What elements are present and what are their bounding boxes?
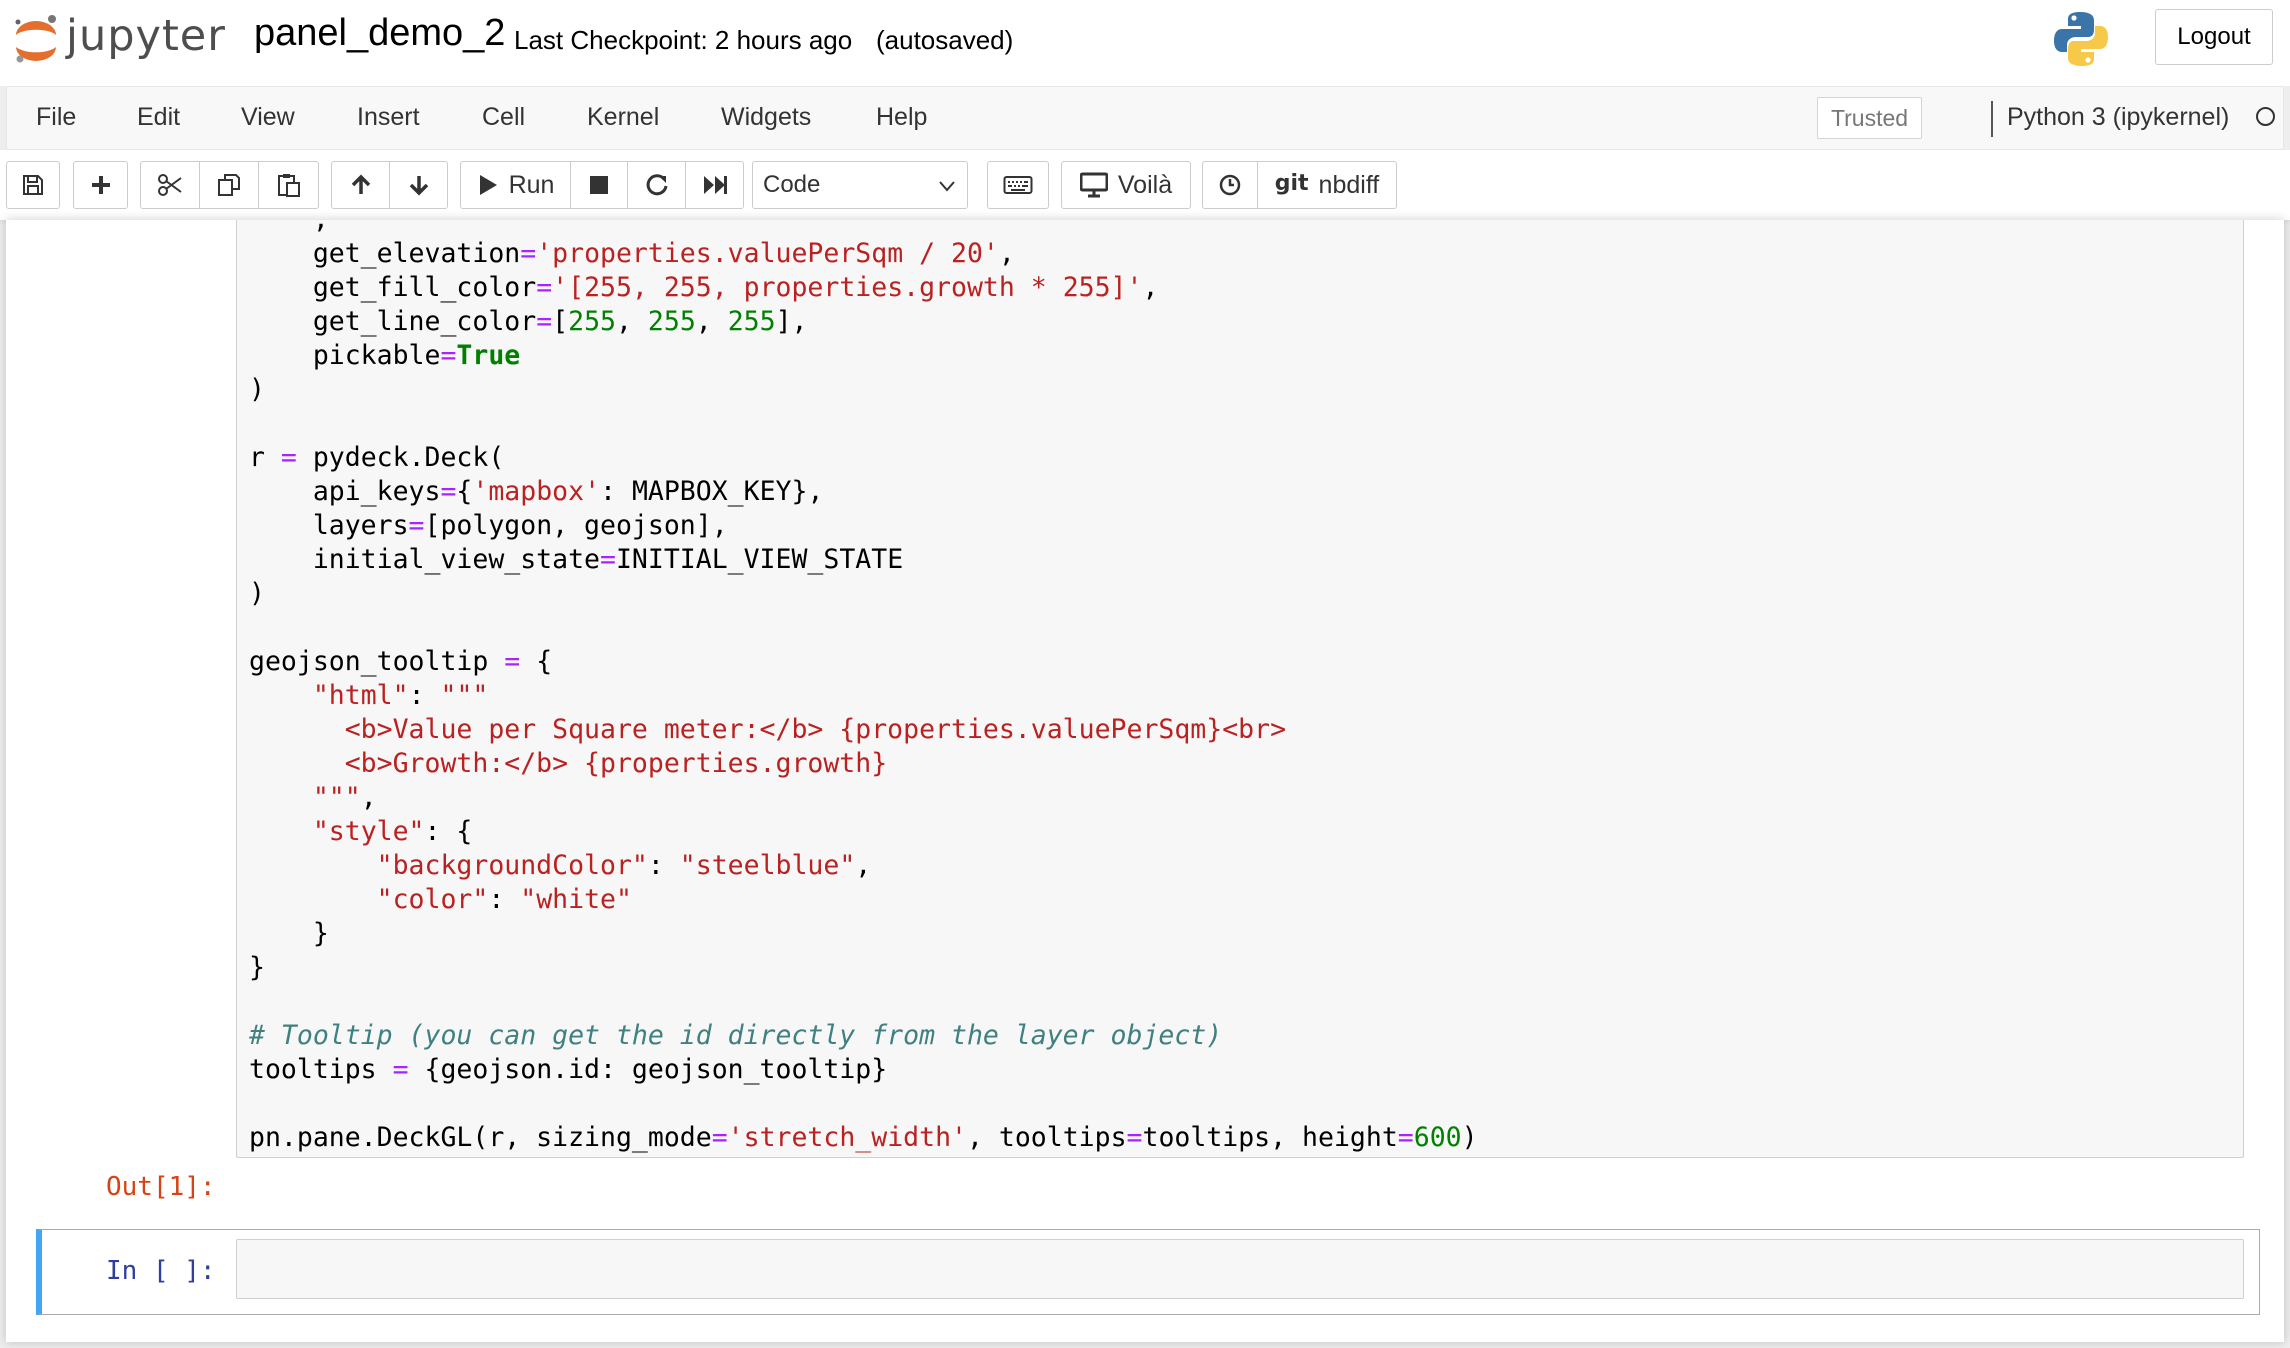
clock-icon — [1219, 174, 1241, 196]
restart-kernel-button[interactable] — [628, 161, 686, 209]
output-prompt: Out[1]: — [106, 1172, 216, 1202]
chevron-down-icon — [939, 181, 955, 192]
cell-type-select[interactable]: Code — [752, 161, 968, 209]
menu-help[interactable]: Help — [876, 103, 927, 132]
run-button[interactable]: Run — [460, 161, 571, 209]
python-logo — [2052, 10, 2110, 73]
logo-text: jupyter — [66, 11, 226, 61]
save-icon — [23, 175, 43, 195]
header: jupyter panel_demo_2 Last Checkpoint: 2 … — [0, 0, 2290, 86]
menu-file[interactable]: File — [36, 103, 76, 132]
checkpoint-diff-button[interactable] — [1202, 161, 1258, 209]
menu-view[interactable]: View — [241, 103, 295, 132]
paste-icon — [277, 174, 300, 197]
run-label: Run — [508, 170, 555, 199]
cut-button[interactable] — [140, 161, 200, 209]
play-icon — [479, 175, 497, 195]
voila-button[interactable]: Voilà — [1061, 161, 1191, 209]
jupyter-logo-icon — [15, 15, 56, 63]
menubar: File Edit View Insert Cell Kernel Widget… — [6, 86, 2284, 150]
arrow-down-icon — [409, 176, 428, 196]
toolbar: Run Code Voilà git nbdiff — [0, 150, 2290, 221]
nbdiff-label: nbdiff — [1318, 170, 1380, 199]
move-cell-down-button[interactable] — [390, 161, 448, 209]
kernel-idle-indicator — [2256, 107, 2275, 126]
checkpoint-status: Last Checkpoint: 2 hours ago — [514, 25, 853, 55]
scissors-icon — [158, 174, 182, 196]
kernel-name[interactable]: Python 3 (ipykernel) — [2007, 103, 2229, 132]
menu-insert[interactable]: Insert — [357, 103, 420, 132]
paste-button[interactable] — [259, 161, 319, 209]
save-button[interactable] — [6, 161, 60, 209]
logout-button[interactable]: Logout — [2155, 9, 2273, 65]
fast-forward-icon — [703, 176, 727, 194]
copy-icon — [218, 174, 240, 196]
menu-widgets[interactable]: Widgets — [721, 103, 811, 132]
menu-kernel[interactable]: Kernel — [587, 103, 659, 132]
interrupt-kernel-button[interactable] — [571, 161, 628, 209]
copy-button[interactable] — [200, 161, 259, 209]
plus-icon — [91, 176, 110, 194]
jupyter-logo[interactable]: jupyter — [12, 11, 226, 68]
restart-icon — [646, 174, 667, 196]
insert-cell-button[interactable] — [73, 161, 128, 209]
notebook-container: , get_elevation='properties.valuePerSqm … — [6, 220, 2284, 1342]
voila-label: Voilà — [1117, 170, 1173, 199]
trusted-indicator[interactable]: Trusted — [1817, 97, 1922, 139]
keyboard-icon — [1003, 176, 1033, 194]
restart-run-all-button[interactable] — [686, 161, 744, 209]
code-editor[interactable]: , get_elevation='properties.valuePerSqm … — [249, 220, 1478, 1155]
menu-edit[interactable]: Edit — [137, 103, 180, 132]
arrow-up-icon — [351, 174, 370, 194]
cell-type-value: Code — [763, 171, 821, 198]
monitor-icon — [1079, 172, 1108, 198]
input-prompt: In [ ]: — [106, 1256, 216, 1286]
move-cell-up-button[interactable] — [331, 161, 390, 209]
python-logo-icon — [2054, 12, 2108, 66]
git-label: git — [1274, 170, 1309, 196]
menu-cell[interactable]: Cell — [482, 103, 525, 132]
notebook-name[interactable]: panel_demo_2 — [254, 12, 505, 55]
stop-icon — [590, 176, 608, 194]
code-cell-input[interactable]: , get_elevation='properties.valuePerSqm … — [236, 220, 2244, 1158]
autosave-status: (autosaved) — [876, 25, 1014, 55]
command-palette-button[interactable] — [987, 161, 1049, 209]
nbdiff-button[interactable]: git nbdiff — [1258, 161, 1397, 209]
empty-cell-input[interactable] — [236, 1239, 2244, 1299]
kernel-separator — [1991, 101, 1993, 137]
